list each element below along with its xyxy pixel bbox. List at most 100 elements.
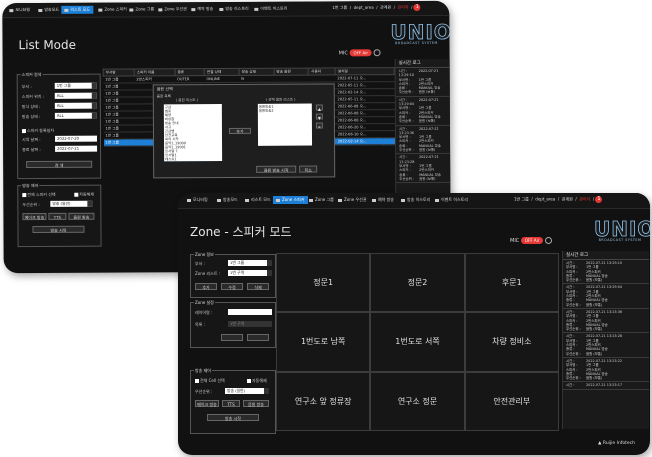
group-icon bbox=[129, 7, 134, 12]
chevron-down-icon bbox=[267, 270, 272, 276]
nav-monitoring[interactable]: 모니터링 bbox=[6, 6, 33, 14]
priority-row: 우선순위 : 방송 (일반) bbox=[22, 200, 97, 208]
remove-button[interactable]: ✕ bbox=[315, 122, 323, 130]
mic-status: MIC OFF Air bbox=[510, 237, 552, 244]
nav-event-history[interactable]: 이벤트 히스토리 bbox=[432, 196, 471, 204]
log-line: 우선순위 : 음원 (보통) bbox=[399, 177, 448, 182]
nav-broadcast-history[interactable]: 방송 히스토리 bbox=[216, 5, 251, 13]
layer-select[interactable]: 1번 구역 bbox=[228, 321, 272, 327]
zone-speaker-screen: 모니터링 방송모드 리스트 모드 Zone 스피커 Zone 그룹 Zone 우… bbox=[178, 193, 650, 455]
search-button[interactable]: 검 색 bbox=[26, 160, 93, 169]
nav-zone-group[interactable]: Zone 그룹 bbox=[306, 196, 337, 204]
edit-button[interactable]: 수정 bbox=[221, 283, 243, 290]
audio-broadcast-button[interactable]: 음원 방송 bbox=[243, 400, 269, 407]
mic-indicator-icon bbox=[373, 49, 381, 57]
list-item[interactable]: 음원방송2 bbox=[259, 109, 311, 113]
checkbox[interactable] bbox=[195, 379, 199, 383]
chevron-down-icon bbox=[91, 112, 97, 119]
zone-cell[interactable]: 1번도로 남쪽 bbox=[276, 312, 371, 372]
zone-cell[interactable]: 연구소 앞 정류장 bbox=[276, 371, 371, 431]
delete-button[interactable]: 삭제 bbox=[247, 283, 269, 290]
zone-cell[interactable]: 후문1 bbox=[464, 253, 559, 313]
layer-name-input[interactable] bbox=[228, 309, 272, 315]
priority-row: 우선순위 : 방송 (일반) bbox=[195, 388, 272, 395]
method-select[interactable]: ALL bbox=[54, 102, 97, 109]
zone-cell[interactable]: 1번도로 서쪽 bbox=[370, 312, 465, 372]
zone-cell[interactable]: 정문1 bbox=[276, 253, 371, 313]
dept-select[interactable]: 1번 그룹 bbox=[228, 260, 272, 266]
nav-monitoring[interactable]: 모니터링 bbox=[184, 196, 211, 204]
zone-list-select[interactable]: 1번 구역 bbox=[228, 270, 272, 276]
select-all-row[interactable]: 전체 Cell 선택 자동해제 bbox=[195, 377, 272, 384]
log-value: 음원 (보통) bbox=[418, 119, 436, 124]
audio-source-list[interactable]: 구급 법호 해양 버상참 방송 안내 사고 긴급벨 안전교육 회의 시작 음악1_19000 음악1… bbox=[163, 104, 223, 162]
calendar-icon bbox=[372, 198, 376, 202]
status-select[interactable]: ALL bbox=[54, 112, 97, 119]
nav-zone-priority[interactable]: Zone 우선권 bbox=[155, 5, 190, 13]
log-value: 음원 (보통) bbox=[419, 176, 436, 181]
mic-off-air-toggle[interactable]: OFF Air bbox=[349, 49, 372, 57]
end-date-input[interactable]: 2022-07-21 bbox=[55, 145, 98, 152]
alert-icon[interactable]: 1 bbox=[595, 196, 603, 203]
zone-cell[interactable]: 연구소 정문 bbox=[370, 371, 465, 431]
nav-list-mode[interactable]: 리스트 모드 bbox=[61, 5, 94, 14]
location-select[interactable]: ALL bbox=[54, 92, 97, 99]
select-all-row[interactable]: 전체 스피커 선택 자동해제 bbox=[22, 191, 97, 198]
start-date-input[interactable]: 2022-07-20 bbox=[54, 135, 98, 142]
date-check-row[interactable]: 스피커 등록일자 bbox=[21, 127, 97, 134]
zone-cell[interactable]: 차량 정비소 bbox=[464, 312, 559, 372]
nav-reserved[interactable]: 예약 방송 bbox=[188, 5, 216, 13]
priority-select[interactable]: 방송 (일반) bbox=[225, 388, 269, 394]
audio-broadcast-button[interactable]: 음원 방송 bbox=[68, 212, 95, 220]
checkbox[interactable] bbox=[22, 193, 27, 198]
selected-audio-list[interactable]: 음원방송1 음원방송2 bbox=[257, 103, 313, 146]
priority-select[interactable]: 방송 (일반) bbox=[50, 200, 93, 207]
log-label: 우선순위 : bbox=[399, 176, 414, 181]
reset-button[interactable] bbox=[247, 334, 269, 341]
nav-reserved[interactable]: 예약 방송 bbox=[369, 196, 397, 204]
event-icon bbox=[435, 198, 439, 202]
add-audio-button[interactable]: 추가 bbox=[228, 127, 251, 134]
zone-list-row: Zone 리스트 :1번 구역 bbox=[195, 270, 272, 277]
group-icon bbox=[309, 198, 313, 202]
zone-cell[interactable]: 안전관리부 bbox=[464, 371, 559, 431]
add-button[interactable]: 추가 bbox=[195, 283, 217, 290]
make-broadcast-button[interactable]: 메이크 방송 bbox=[195, 400, 219, 407]
checkbox[interactable] bbox=[74, 192, 79, 197]
nav-broadcast-mode[interactable]: 방송모드 bbox=[214, 196, 241, 204]
log-label: 우선순위 : bbox=[566, 302, 581, 307]
move-down-button[interactable]: ▼ bbox=[315, 113, 323, 121]
zone-info-panel: Zone 정보 부서 :1번 그룹 Zone 리스트 :1번 구역 추가 수정 … bbox=[190, 252, 276, 298]
admin-link[interactable]: 관리자 bbox=[398, 5, 409, 10]
tts-button[interactable]: TTS bbox=[222, 400, 240, 407]
tts-button[interactable]: TTS bbox=[48, 212, 67, 220]
cancel-button[interactable]: 취소 bbox=[299, 165, 318, 173]
nav-zone-priority[interactable]: Zone 우선권 bbox=[335, 196, 370, 204]
admin-link[interactable]: 관리자 bbox=[579, 197, 590, 202]
nav-zone-speaker[interactable]: Zone 스피커 bbox=[273, 196, 308, 204]
checkbox[interactable] bbox=[247, 379, 251, 383]
chevron-down-icon bbox=[91, 92, 97, 99]
log-line: 시간 :2022-07-21 13:23:28 bbox=[399, 155, 448, 164]
audio-broadcast-start-button[interactable]: 음원 방송 시작 bbox=[256, 165, 297, 173]
dept-select[interactable]: 1번 그룹 bbox=[54, 82, 97, 89]
log-entry: 시간 :2022-07-21 13:23:36 부서명 :1번 그룹 스피커 :2번… bbox=[395, 125, 451, 155]
nav-list-mode[interactable]: 리스트 모드 bbox=[242, 196, 274, 204]
zone-cell[interactable]: 정문2 bbox=[370, 253, 465, 313]
nav-broadcast-history[interactable]: 방송 히스토리 bbox=[398, 196, 433, 204]
log-entry: 시간 :2022-07-21 13:29:10 부서명 :1번 그룹 스피커 :2번… bbox=[395, 67, 451, 97]
apply-button[interactable] bbox=[221, 334, 243, 341]
nav-event-history[interactable]: 이벤트 히스토리 bbox=[251, 5, 290, 13]
nav-broadcast-mode[interactable]: 방송모드 bbox=[35, 6, 62, 14]
checkbox[interactable] bbox=[21, 129, 26, 134]
realtime-log: 실시간 로그 시간 :2022-07-21 13:29:10 부서명 :1번 그룹… bbox=[562, 251, 649, 429]
calendar-icon bbox=[191, 7, 196, 11]
broadcast-start-button[interactable]: 방송 시작 bbox=[32, 225, 85, 234]
broadcast-start-button[interactable]: 방송 시작 bbox=[207, 414, 259, 421]
mic-off-air-toggle[interactable]: OFF Air bbox=[520, 237, 544, 244]
nav-zone-speaker[interactable]: Zone 스피커 bbox=[95, 6, 130, 14]
nav-zone-group[interactable]: Zone 그룹 bbox=[126, 5, 157, 13]
move-up-button[interactable]: ▲ bbox=[315, 104, 323, 112]
alert-icon[interactable]: 1 bbox=[413, 3, 421, 12]
make-broadcast-button[interactable]: 메이크 방송 bbox=[22, 212, 47, 221]
